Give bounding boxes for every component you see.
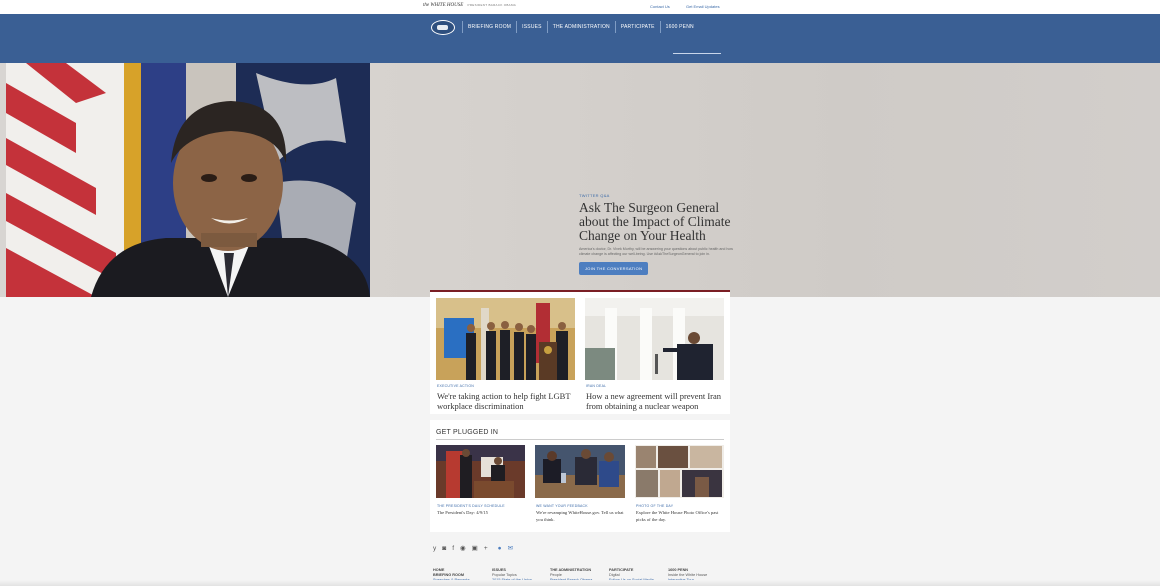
join-conversation-button[interactable]: JOIN THE CONVERSATION — [579, 262, 649, 275]
photo-of-day-collage[interactable] — [635, 445, 724, 498]
feedback-photo[interactable] — [535, 445, 625, 498]
plugged-1-title[interactable]: The President's Day: 4/9/15 — [437, 510, 527, 517]
google-plus-icon[interactable]: + — [484, 545, 488, 553]
plugged-in-heading: GET PLUGGED IN — [436, 429, 499, 436]
site-brand[interactable]: the WHITE HOUSE PRESIDENT BARACK OBAMA — [423, 3, 516, 8]
hero-banner: TWITTER Q&A Ask The Surgeon General abou… — [0, 63, 1160, 297]
lgbt-photo[interactable] — [436, 298, 575, 380]
hero-eyebrow: TWITTER Q&A — [579, 193, 610, 198]
iran-deal-photo[interactable] — [585, 298, 724, 380]
hero-description: America's doctor, Dr. Vivek Murthy, will… — [579, 247, 733, 256]
utility-bar: the WHITE HOUSE PRESIDENT BARACK OBAMA C… — [0, 0, 1160, 14]
flickr-icon[interactable]: ◉ — [460, 545, 466, 553]
nav-briefing-room[interactable]: BRIEFING ROOM — [462, 21, 516, 33]
divider — [436, 439, 724, 440]
surgeon-general-photo — [6, 63, 370, 297]
featured-stories: EXECUTIVE ACTION We're taking action to … — [430, 290, 730, 414]
nav-administration[interactable]: THE ADMINISTRATION — [546, 21, 615, 33]
plugged-2-eyebrow: WE WANT YOUR FEEDBACK — [536, 504, 588, 508]
featured-2-eyebrow: IRAN DEAL — [586, 384, 607, 388]
chat-icon[interactable]: ● — [498, 545, 502, 553]
nav-participate[interactable]: PARTICIPATE — [614, 21, 660, 33]
schedule-photo[interactable] — [436, 445, 525, 498]
main-nav: BRIEFING ROOM ISSUES THE ADMINISTRATION … — [0, 14, 1160, 63]
social-links: y ◙ f ◉ ▣ + ● ✉ — [433, 545, 513, 553]
nav-links: BRIEFING ROOM ISSUES THE ADMINISTRATION … — [462, 20, 699, 34]
hero-title[interactable]: Ask The Surgeon General about the Impact… — [579, 201, 744, 243]
hero-background — [370, 63, 1160, 297]
instagram-icon[interactable]: ◙ — [442, 545, 446, 553]
brand-subtitle: PRESIDENT BARACK OBAMA — [467, 3, 517, 7]
plugged-3-title[interactable]: Explore the White House Photo Office's p… — [636, 510, 726, 523]
email-icon[interactable]: ✉ — [508, 545, 513, 553]
nav-issues[interactable]: ISSUES — [516, 21, 547, 33]
plugged-2-title[interactable]: We're revamping WhiteHouse.gov. Tell us … — [536, 510, 628, 523]
twitter-icon[interactable]: y — [433, 545, 436, 553]
plugged-1-eyebrow: THE PRESIDENT'S DAILY SCHEDULE — [437, 504, 505, 508]
plugged-3-eyebrow: PHOTO OF THE DAY — [636, 504, 674, 508]
white-house-logo-icon[interactable] — [431, 20, 455, 35]
featured-1-eyebrow: EXECUTIVE ACTION — [437, 384, 475, 388]
youtube-icon[interactable]: ▣ — [472, 545, 478, 553]
hero-content: TWITTER Q&A Ask The Surgeon General abou… — [579, 193, 744, 275]
contact-link[interactable]: Contact Us — [650, 4, 670, 9]
get-plugged-in: GET PLUGGED IN THE PRESIDENT'S DAILY SCH… — [430, 420, 730, 532]
featured-2-title[interactable]: How a new agreement will prevent Iran fr… — [586, 391, 726, 411]
page-bottom-fade — [0, 580, 1160, 586]
facebook-icon[interactable]: f — [452, 545, 454, 553]
nav-1600-penn[interactable]: 1600 PENN — [659, 21, 699, 33]
email-updates-link[interactable]: Get Email Updates — [686, 4, 720, 9]
featured-1-title[interactable]: We're taking action to help fight LGBT w… — [437, 391, 577, 411]
brand-name: the WHITE HOUSE — [423, 3, 464, 8]
nav-active-indicator — [673, 53, 721, 54]
